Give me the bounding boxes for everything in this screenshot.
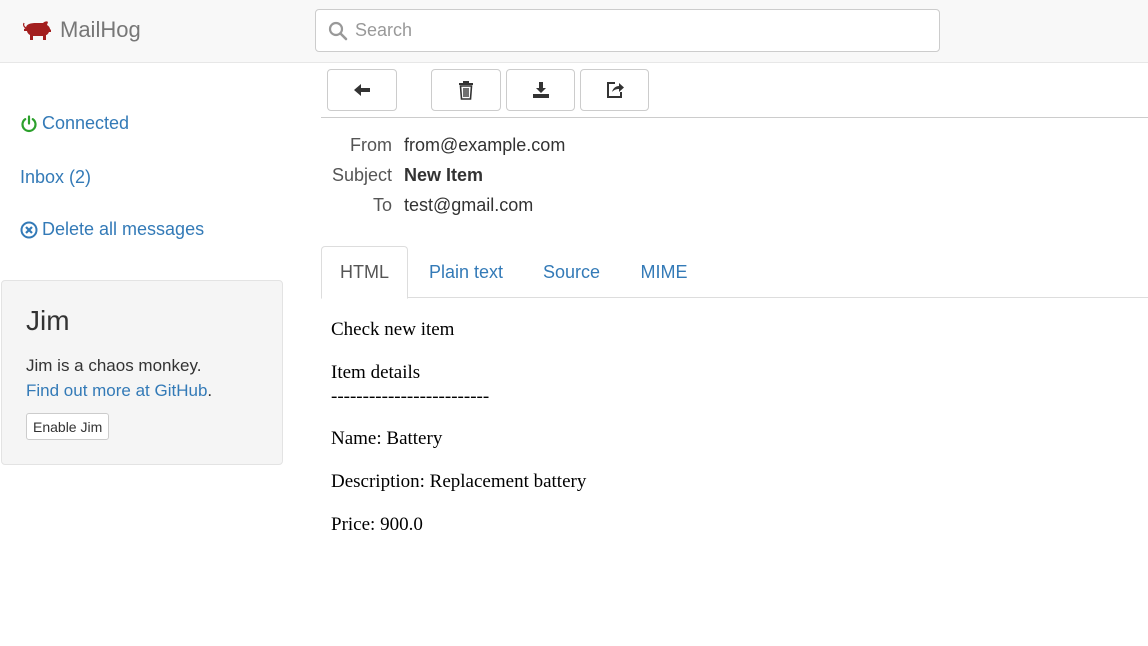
from-value: from@example.com [404, 135, 566, 155]
brand-name: MailHog [60, 17, 141, 42]
to-label: To [372, 195, 392, 215]
search-icon [328, 21, 348, 40]
tab-source[interactable]: Source [529, 246, 614, 298]
delete-message-button[interactable] [431, 69, 501, 111]
to-value: test@gmail.com [404, 195, 534, 215]
trash-icon [459, 81, 473, 100]
back-arrow-icon [354, 84, 370, 96]
from-label: From [350, 135, 392, 155]
search-box[interactable] [315, 9, 940, 52]
body-line: Description: Replacement battery [331, 471, 587, 492]
tab-html[interactable]: HTML [321, 246, 408, 299]
subject-label: Subject [331, 165, 392, 185]
pig-logo-icon [22, 21, 51, 40]
download-icon [532, 82, 549, 98]
message-toolbar [321, 63, 1148, 118]
body-line: ------------------------- [331, 386, 490, 407]
jim-github-link[interactable]: Find out more at GitHub [26, 381, 207, 400]
back-button[interactable] [327, 69, 397, 111]
download-button[interactable] [506, 69, 575, 111]
enable-jim-button[interactable]: Enable Jim [26, 413, 110, 440]
connected-label: Connected [42, 113, 130, 133]
navbar: MailHog [0, 0, 1148, 63]
delete-all-messages-link[interactable]: Delete all messages [20, 219, 204, 240]
body-line: Check new item [331, 319, 455, 340]
body-line: Price: 900.0 [331, 514, 423, 535]
jim-link-suffix: . [207, 381, 213, 400]
jim-panel: Jim Jim is a chaos monkey. Find out more… [1, 280, 283, 465]
release-button[interactable] [580, 69, 649, 111]
share-icon [606, 82, 624, 98]
jim-description: Jim is a chaos monkey. Find out more at … [26, 353, 276, 403]
jim-description-text: Jim is a chaos monkey. [26, 356, 202, 375]
connected-status[interactable]: Connected [20, 113, 129, 134]
tab-mime[interactable]: MIME [629, 246, 699, 298]
body-line: Item details [331, 362, 421, 383]
search-input[interactable] [355, 20, 915, 41]
inbox-label: Inbox (2) [20, 167, 92, 187]
message-tabs: HTML Plain text Source MIME [321, 246, 1148, 299]
brand[interactable]: MailHog [22, 16, 141, 44]
jim-title: Jim [26, 305, 70, 336]
power-icon [21, 114, 37, 132]
inbox-link[interactable]: Inbox (2) [20, 167, 91, 188]
delete-all-label: Delete all messages [42, 219, 205, 239]
subject-value: New Item [404, 165, 484, 185]
tab-plain-text[interactable]: Plain text [416, 246, 516, 298]
body-line: Name: Battery [331, 428, 443, 449]
remove-circle-icon [20, 221, 38, 238]
